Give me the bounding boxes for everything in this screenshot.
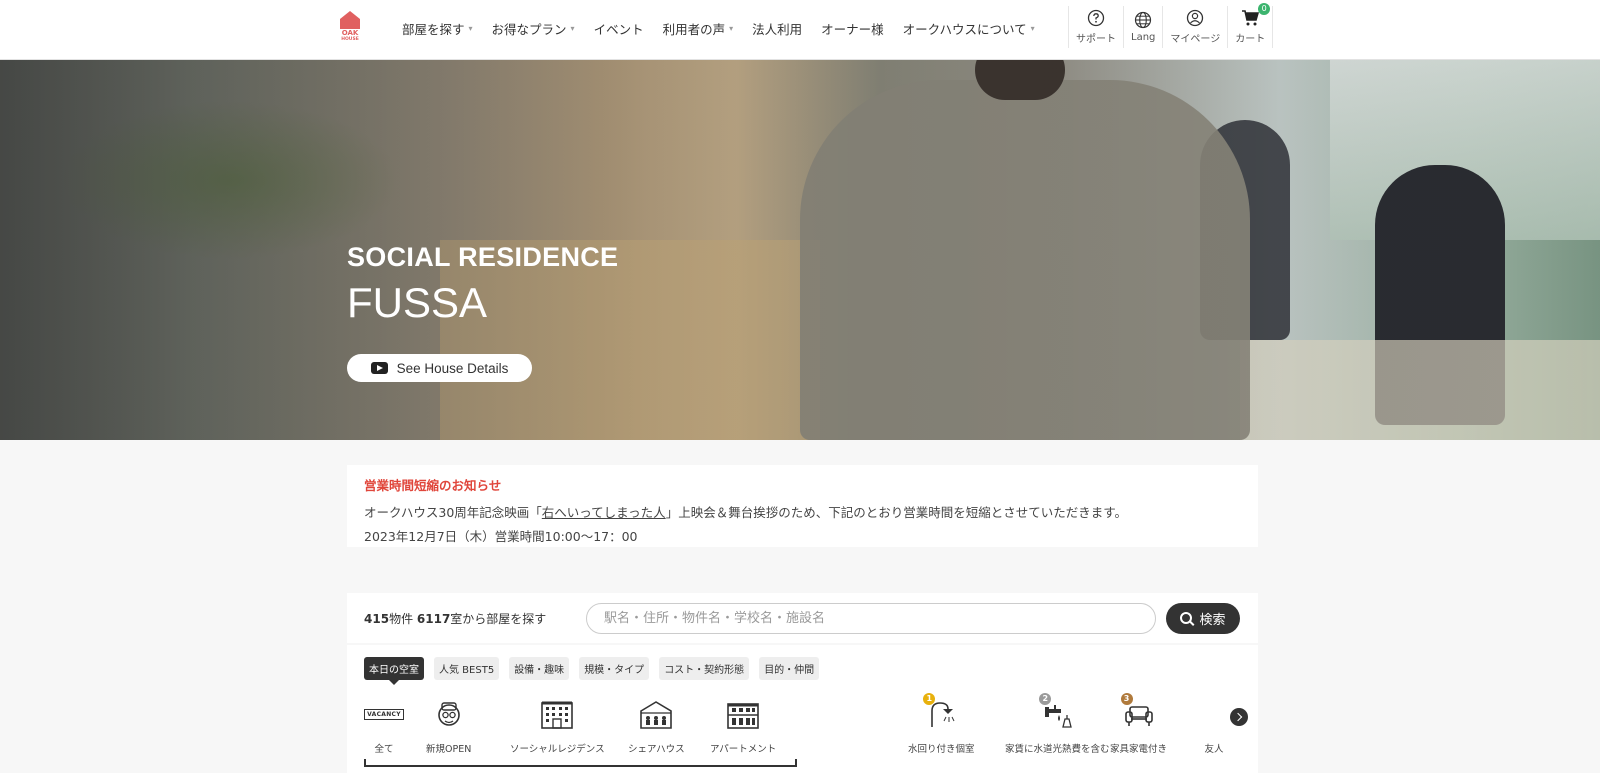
tab-cost-contract[interactable]: コスト・契約形態: [659, 657, 750, 680]
building-icon: [539, 697, 575, 731]
see-house-details-button[interactable]: See House Details: [347, 354, 532, 382]
nav-find-room[interactable]: 部屋を探す ▾: [402, 19, 473, 38]
see-house-details-label: See House Details: [396, 360, 509, 376]
vacancy-icon: VACANCY: [364, 697, 404, 731]
language-switch[interactable]: Lang: [1123, 6, 1162, 48]
main-nav: 部屋を探す ▾ お得なプラン ▾ イベント 利用者の声 ▾ 法人利用 オーナー様 オー…: [402, 0, 1054, 57]
shower-icon: 1: [923, 693, 959, 731]
chevron-down-icon: ▾: [1030, 24, 1035, 33]
cart-label: カート: [1235, 34, 1266, 45]
room-search-bar: 415物件 6117室から部屋を探す 検索: [347, 593, 1258, 643]
business-hours-notice: 営業時間短縮のお知らせ オークハウス30周年記念映画「右へいってしまった人」上映…: [347, 465, 1258, 547]
category-apartment[interactable]: アパートメント: [710, 697, 776, 755]
nav-owners[interactable]: オーナー様: [821, 19, 884, 38]
tab-popular-best5[interactable]: 人気 BEST5: [434, 657, 500, 680]
movie-link[interactable]: 右へいってしまった人: [542, 505, 666, 520]
notice-title: 営業時間短縮のお知らせ: [364, 478, 502, 493]
carousel-next-button[interactable]: [1230, 708, 1248, 726]
category-share-house[interactable]: シェアハウス: [628, 697, 685, 755]
site-header: OAK HOUSE 部屋を探す ▾ お得なプラン ▾ イベント 利用者の声 ▾ 法人利…: [0, 0, 1600, 60]
user-circle-icon: [1187, 9, 1204, 27]
chevron-down-icon: ▾: [570, 24, 575, 33]
hero-subtitle: SOCIAL RESIDENCE: [347, 242, 619, 272]
utility-nav: サポート Lang マイページ 0 カート: [1068, 3, 1274, 48]
rank-3-badge: 3: [1120, 693, 1133, 705]
nav-testimonials[interactable]: 利用者の声 ▾: [663, 19, 734, 38]
mypage-label: マイページ: [1170, 34, 1221, 45]
chevron-down-icon: ▾: [468, 24, 473, 33]
hero-overlay: [0, 60, 1600, 440]
category-private-bath[interactable]: 1 水回り付き個室: [908, 693, 975, 755]
apartment-icon: [725, 697, 761, 731]
mypage-link[interactable]: マイページ: [1162, 6, 1227, 48]
globe-icon: [1135, 11, 1152, 29]
youtube-play-icon: [370, 362, 388, 374]
category-social-residence[interactable]: ソーシャルレジデンス: [510, 697, 605, 755]
new-open-icon: [431, 697, 467, 731]
oakhouse-logo[interactable]: OAK HOUSE: [337, 10, 363, 48]
category-utilities-included[interactable]: 2 家賃に水道光熱費を含む: [1005, 693, 1110, 755]
category-items: VACANCY 全て 新規OPEN ソーシャルレジデンス シェアハウス アパート…: [364, 693, 1248, 773]
category-furnished[interactable]: 3 家具家電付き: [1110, 693, 1167, 755]
category-new-open[interactable]: 新規OPEN: [426, 697, 471, 755]
category-tabs: 本日の空室 人気 BEST5 設備・趣味 規模・タイプ コスト・契約形態 目的・…: [364, 657, 1241, 685]
search-button[interactable]: 検索: [1166, 602, 1240, 634]
house-logo-icon: [340, 11, 360, 29]
lang-label: Lang: [1131, 32, 1156, 43]
cart-icon: [1242, 10, 1260, 26]
logo-text: OAK: [341, 29, 359, 37]
category-panel: 本日の空室 人気 BEST5 設備・趣味 規模・タイプ コスト・契約形態 目的・…: [347, 645, 1258, 773]
tab-purpose[interactable]: 目的・仲間: [759, 657, 820, 680]
category-friends[interactable]: 友人: [1204, 697, 1224, 755]
hero-banner: SOCIAL RESIDENCE FUSSA See House Details: [0, 60, 1600, 440]
nav-events[interactable]: イベント: [594, 19, 644, 38]
logo-subtext: HOUSE: [341, 37, 359, 42]
sofa-icon: 3: [1120, 693, 1157, 731]
support-link[interactable]: サポート: [1068, 6, 1123, 48]
tab-scale-type[interactable]: 規模・タイプ: [579, 657, 650, 680]
search-icon: [1180, 612, 1193, 624]
notice-text: オークハウス30周年記念映画「右へいってしまった人」上映会＆舞台挨拶のため、下記…: [364, 505, 1127, 520]
category-group-underline: [364, 759, 797, 767]
support-label: サポート: [1076, 34, 1116, 45]
share-house-icon: [638, 697, 674, 731]
cart-link[interactable]: 0 カート: [1227, 3, 1274, 48]
question-circle-icon: [1087, 9, 1105, 27]
nav-about[interactable]: オークハウスについて ▾: [903, 19, 1035, 38]
hero-title: FUSSA: [347, 279, 488, 326]
property-count: 415物件 6117室から部屋を探す: [364, 611, 547, 626]
category-all[interactable]: VACANCY 全て: [364, 697, 404, 755]
cart-count-badge: 0: [1258, 3, 1271, 15]
utilities-icon: 2: [1039, 693, 1075, 731]
nav-plans[interactable]: お得なプラン ▾: [492, 19, 575, 38]
notice-date: 2023年12月7日（木）営業時間10:00〜17：00: [364, 529, 638, 544]
friends-icon: [1204, 697, 1224, 731]
nav-corporate[interactable]: 法人利用: [752, 19, 802, 38]
tab-vacancy-today[interactable]: 本日の空室: [364, 657, 424, 685]
tab-facilities[interactable]: 設備・趣味: [509, 657, 570, 680]
search-input[interactable]: [586, 602, 1156, 634]
chevron-down-icon: ▾: [729, 24, 734, 33]
